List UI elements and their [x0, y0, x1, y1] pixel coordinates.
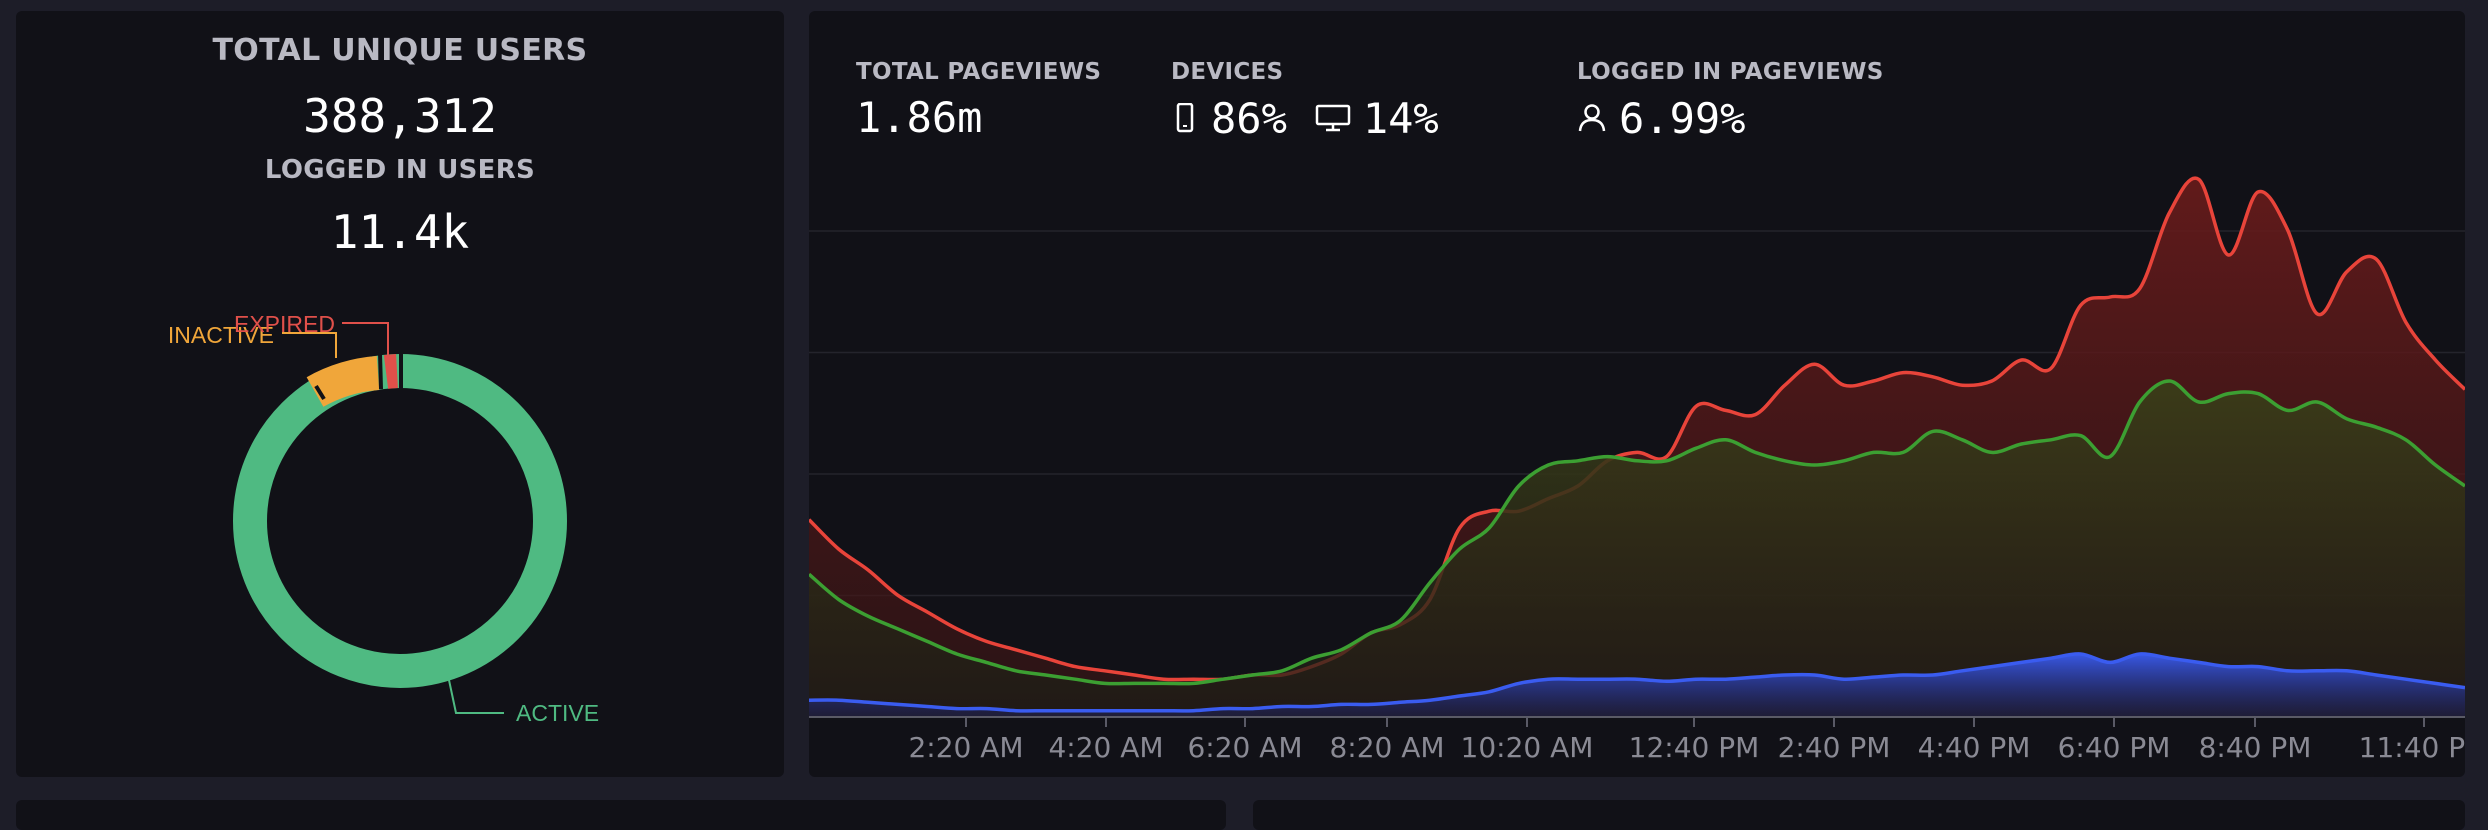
- x-tick-label: 8:40 PM: [2199, 731, 2312, 764]
- total-pageviews-value: 1.86m: [856, 93, 983, 142]
- pageviews-panel: 2:20 AM 4:20 AM 6:20 AM 8:20 AM 10:20 AM 12:4…: [809, 11, 2465, 777]
- x-tick-label: 2:40 PM: [1778, 731, 1891, 764]
- desktop-share-value: 14%: [1362, 93, 1439, 143]
- chart-series: [809, 176, 2465, 718]
- logged-in-users-value: 11.4k: [330, 205, 470, 259]
- x-axis-ticks: 2:20 AM 4:20 AM 6:20 AM 8:20 AM 10:20 AM 12:4…: [908, 717, 2465, 764]
- logged-in-pageviews-label: LOGGED IN PAGEVIEWS: [1577, 59, 1884, 85]
- donut-segment-active[interactable]: [233, 354, 567, 688]
- donut-label-active: ACTIVE: [516, 700, 599, 726]
- desktop-icon: [1315, 103, 1351, 133]
- mobile-icon: [1171, 102, 1199, 133]
- x-tick-label: 4:40 PM: [1918, 731, 2031, 764]
- devices-label: DEVICES: [1171, 59, 1284, 85]
- logged-in-users-label: LOGGED IN USERS: [264, 155, 536, 185]
- donut-segment-inactive[interactable]: [306, 356, 380, 408]
- logged-in-pageviews-breakdown: 6.99%: [1577, 93, 1773, 143]
- logged-in-pageviews-value: 6.99%: [1619, 93, 1746, 143]
- donut-segment-expired[interactable]: [383, 354, 399, 389]
- total-unique-users-value: 388,312: [303, 89, 497, 143]
- bottom-left-panel: [16, 800, 1226, 830]
- x-tick-label: 8:20 AM: [1329, 731, 1444, 764]
- x-tick-label: 11:40 PM: [2359, 731, 2465, 764]
- bottom-right-panel: [1253, 800, 2465, 830]
- x-tick-label: 6:20 AM: [1187, 731, 1302, 764]
- x-tick-label: 4:20 AM: [1048, 731, 1163, 764]
- user-status-donut-chart[interactable]: INACTIVE EXPIRED ACTIVE: [16, 281, 784, 777]
- user-icon: [1577, 103, 1607, 133]
- donut-label-expired: EXPIRED: [234, 311, 335, 337]
- x-tick-label: 12:40 PM: [1629, 731, 1760, 764]
- total-unique-users-label: TOTAL UNIQUE USERS: [212, 33, 588, 68]
- users-panel: TOTAL UNIQUE USERS 388,312 LOGGED IN USE…: [16, 11, 784, 777]
- x-tick-label: 10:20 AM: [1461, 731, 1594, 764]
- total-pageviews-label: TOTAL PAGEVIEWS: [856, 59, 1102, 85]
- mobile-share-value: 86%: [1211, 93, 1287, 143]
- x-tick-label: 6:40 PM: [2058, 731, 2171, 764]
- devices-breakdown: 86% 14%: [1171, 93, 1467, 143]
- x-tick-label: 2:20 AM: [908, 731, 1023, 764]
